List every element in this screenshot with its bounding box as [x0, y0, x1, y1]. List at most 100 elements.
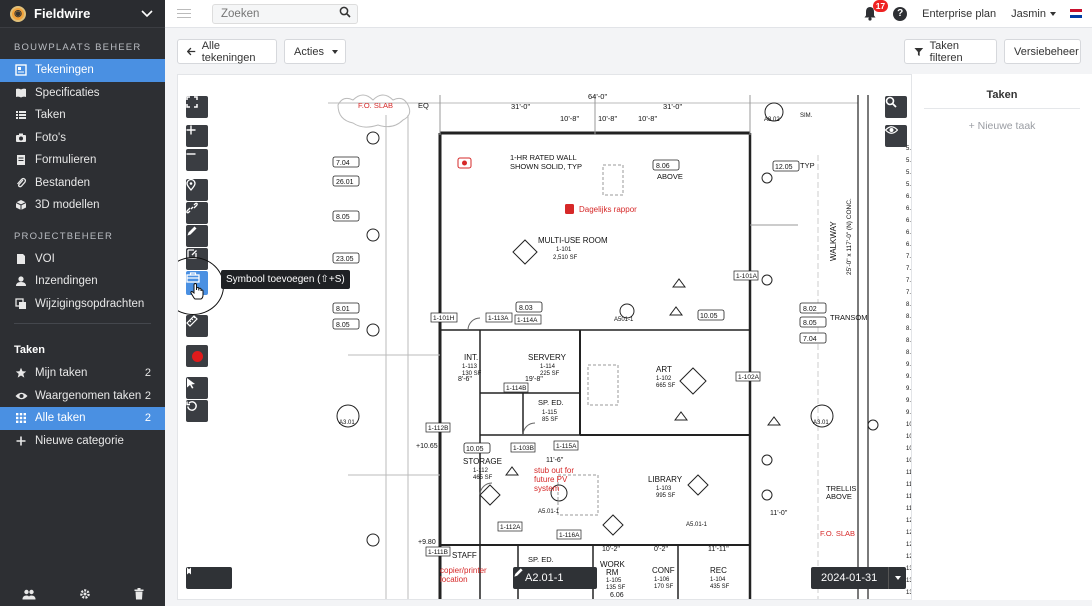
version-control-button[interactable]: Versiebeheer	[1004, 39, 1081, 64]
filter-label: Taken filteren	[929, 39, 963, 64]
project-switcher[interactable]: ◉ Fieldwire	[0, 0, 165, 28]
svg-text:9.: 9.	[906, 374, 911, 380]
tag-label: +9.80	[418, 539, 436, 546]
link-tool-button[interactable]	[186, 202, 208, 224]
tag-label: 8.03	[519, 305, 533, 312]
dim-label: 11'-6"	[546, 457, 564, 464]
ruler-icon	[186, 315, 198, 327]
pin-tool-button[interactable]	[186, 179, 208, 201]
door-tag: 1-116A	[559, 532, 580, 539]
cursor-arrow-icon	[187, 378, 195, 389]
report-marker-icon[interactable]	[565, 204, 574, 214]
trash-icon[interactable]	[134, 587, 144, 603]
pen-tool-button[interactable]	[186, 225, 208, 247]
gear-icon[interactable]	[79, 588, 91, 603]
room-area: 665 SF	[656, 383, 676, 389]
photo-marker-icon[interactable]	[457, 157, 472, 169]
drawing-viewer[interactable]: F.O. SLAB EQ 64'-0" 31'-0" 31'-0" 10'-8"…	[177, 74, 912, 600]
sidebar-item-3d-models[interactable]: 3D modellen	[0, 194, 165, 217]
visibility-button[interactable]	[885, 125, 907, 147]
user-menu[interactable]: Jasmin	[1011, 8, 1056, 20]
color-picker-button[interactable]	[186, 345, 208, 367]
svg-text:6.: 6.	[906, 230, 911, 236]
walkway-dim: 25'-0" x 117'-0" (N) CONC.	[846, 198, 853, 275]
sidebar-item-watched-tasks[interactable]: Waargenomen taken 2	[0, 385, 165, 408]
sidebar-item-forms[interactable]: Formulieren	[0, 149, 165, 172]
section-project-title: PROJECTBEHEER	[14, 230, 114, 242]
plan-link[interactable]: Enterprise plan	[922, 8, 996, 20]
room-area: 995 SF	[656, 493, 676, 499]
chevron-down-icon[interactable]	[139, 6, 155, 22]
svg-text:8.: 8.	[906, 326, 911, 332]
eye-icon	[14, 389, 28, 403]
svg-text:6.: 6.	[906, 194, 911, 200]
sidebar-item-specifications[interactable]: Specificaties	[0, 82, 165, 105]
sidebar-item-submittals[interactable]: Inzendingen	[0, 270, 165, 293]
actions-dropdown[interactable]: Acties	[284, 39, 346, 64]
document-icon	[14, 252, 28, 266]
search-input[interactable]	[221, 7, 339, 20]
back-to-drawings-button[interactable]: Alle tekeningen	[177, 39, 277, 64]
tag-label: 7.04	[803, 336, 817, 343]
slab-label: F.O. SLAB	[358, 101, 393, 110]
task-count: 2	[144, 367, 151, 380]
search-drawing-button[interactable]	[885, 96, 907, 118]
note-label: location	[440, 575, 468, 584]
new-task-button[interactable]: + Nieuwe taak	[912, 120, 1092, 132]
sidebar-item-label: Taken	[35, 109, 66, 122]
rotate-button[interactable]	[186, 400, 208, 422]
tag-label: A3.01	[813, 420, 829, 426]
room-area: 135 SF	[606, 585, 626, 591]
language-flag-icon[interactable]	[1070, 9, 1082, 18]
door-tag: 1-114A	[517, 317, 538, 324]
tag-label: A8.02	[764, 117, 780, 123]
list-icon	[14, 108, 28, 122]
sidebar-item-photos[interactable]: Foto's	[0, 127, 165, 150]
filter-tasks-button[interactable]: Taken filteren	[904, 39, 997, 64]
sidebar-item-change-orders[interactable]: Wijzigingsopdrachten	[0, 293, 165, 316]
date-dropdown-toggle[interactable]	[888, 567, 906, 589]
note-label: future PV	[534, 475, 568, 484]
sidebar-item-label: Wijzigingsopdrachten	[35, 297, 145, 310]
people-icon[interactable]	[22, 588, 36, 603]
dim-label: 64'-0"	[588, 92, 607, 101]
svg-text:6.: 6.	[906, 242, 911, 248]
fullscreen-button[interactable]	[186, 96, 208, 118]
sidebar-item-drawings[interactable]: Tekeningen	[0, 59, 165, 82]
sidebar-item-files[interactable]: Bestanden	[0, 172, 165, 195]
drawings-icon	[14, 63, 28, 77]
svg-text:5.: 5.	[906, 158, 911, 164]
dim-label: 10'-8"	[638, 114, 657, 123]
tag-label: 8.01	[336, 306, 350, 313]
floor-plan[interactable]: F.O. SLAB EQ 64'-0" 31'-0" 31'-0" 10'-8"…	[178, 75, 912, 600]
menu-icon[interactable]	[177, 6, 191, 21]
sidebar-item-my-tasks[interactable]: Mijn taken 2	[0, 362, 165, 385]
svg-text:7.: 7.	[906, 266, 911, 272]
filter-icon	[914, 47, 924, 56]
slab-label: F.O. SLAB	[820, 529, 855, 538]
sheet-selector[interactable]: A2.01-1	[513, 567, 597, 589]
sidebar-item-new-category[interactable]: Nieuwe categorie	[0, 430, 165, 453]
select-tool-button[interactable]	[186, 377, 208, 399]
tag-label: 7.04	[336, 160, 350, 167]
daily-report-label[interactable]: Dagelijks rappor	[579, 205, 637, 214]
sidebar-item-label: VOI	[35, 252, 55, 265]
search-box[interactable]	[212, 3, 358, 24]
zoom-in-button[interactable]	[186, 125, 208, 147]
note-label: stub out for	[534, 466, 574, 475]
sidebar-item-tasks[interactable]: Taken	[0, 104, 165, 127]
sidebar-item-voi[interactable]: VOI	[0, 248, 165, 271]
sheet-name: A2.01-1	[525, 572, 564, 584]
measure-tool-button[interactable]	[186, 315, 208, 337]
svg-text:9.: 9.	[906, 362, 911, 368]
dim-label: 31'-0"	[663, 102, 682, 111]
help-icon[interactable]: ?	[893, 6, 908, 21]
room-area: 85 SF	[542, 417, 558, 423]
notifications-button[interactable]: 17	[863, 0, 889, 22]
version-date-selector[interactable]: 2024-01-31	[811, 567, 906, 589]
search-icon[interactable]	[339, 6, 351, 21]
sidebar-item-all-tasks[interactable]: Alle taken 2	[0, 407, 165, 430]
zoom-out-button[interactable]	[186, 149, 208, 171]
red-color-swatch	[191, 350, 203, 362]
tag-label: 23.05	[336, 256, 354, 263]
